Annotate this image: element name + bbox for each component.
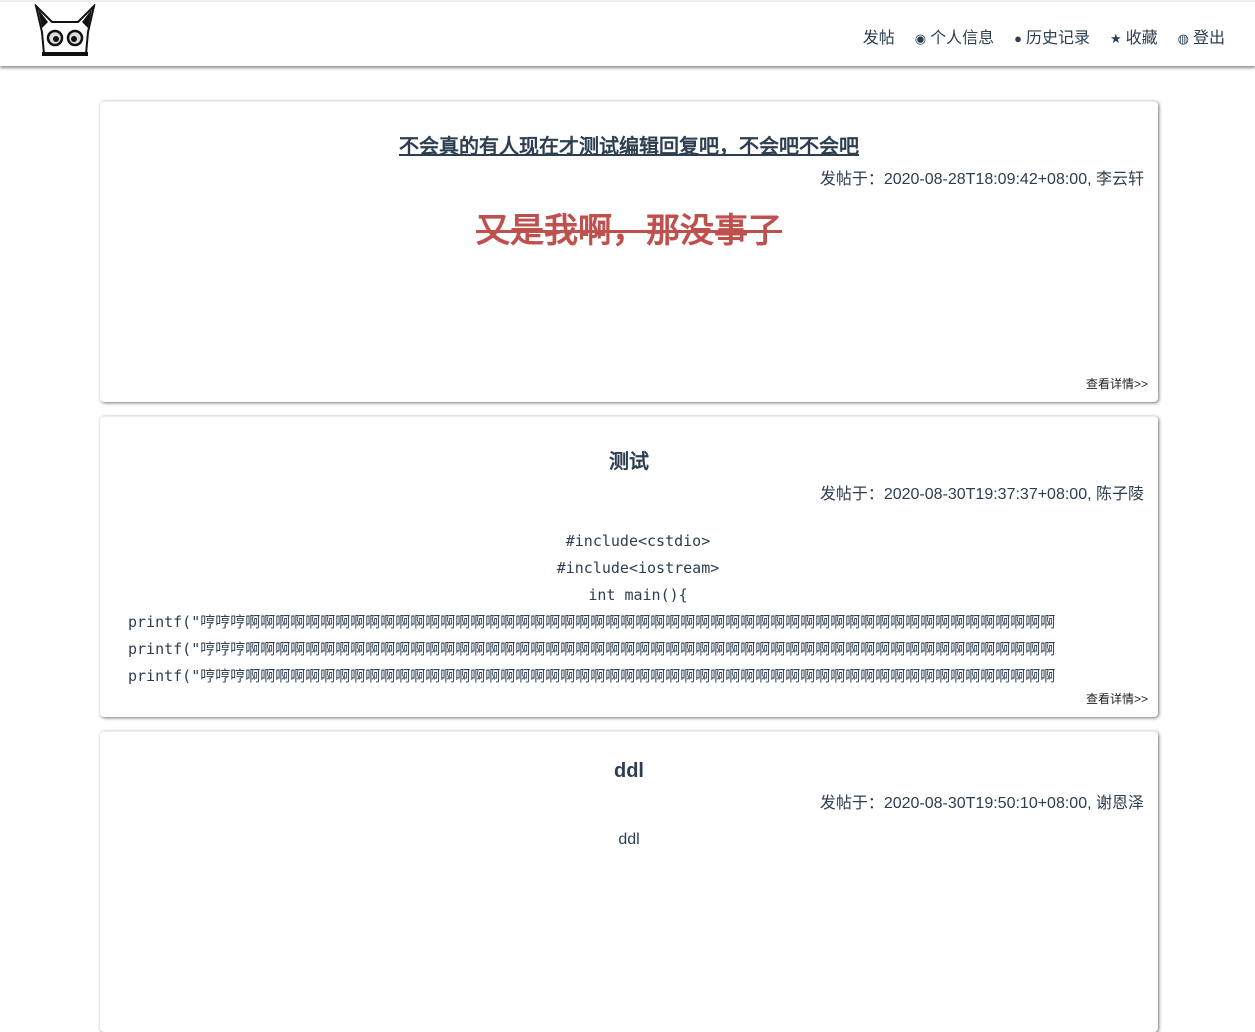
- nav-profile-label: 个人信息: [930, 30, 995, 47]
- nav-post[interactable]: 发帖: [863, 24, 895, 48]
- nav-history-label: 历史记录: [1025, 30, 1090, 47]
- star-icon: ★: [1109, 31, 1122, 46]
- post-code: #include<cstdio> #include<iostream> int …: [128, 528, 1148, 690]
- view-details-link[interactable]: 查看详情>>: [1086, 375, 1148, 392]
- post-body: 又是我啊，那没事了: [476, 212, 782, 250]
- post-meta: 发帖于：2020-08-30T19:50:10+08:00, 谢恩泽: [819, 795, 1144, 812]
- code-line: printf("哼哼哼啊啊啊啊啊啊啊啊啊啊啊啊啊啊啊啊啊啊啊啊啊啊啊啊啊啊啊啊啊…: [128, 667, 1056, 685]
- code-line: #include<cstdio>: [565, 532, 711, 550]
- post-body: ddl: [618, 831, 640, 848]
- logo-icon[interactable]: [32, 4, 98, 62]
- user-outline-icon: ◍: [1177, 31, 1189, 46]
- post-meta: 发帖于：2020-08-30T19:37:37+08:00, 陈子陵: [819, 486, 1144, 503]
- clock-icon: ●: [1014, 31, 1022, 46]
- post-card: 测试 发帖于：2020-08-30T19:37:37+08:00, 陈子陵 #i…: [100, 416, 1158, 717]
- post-title[interactable]: ddl: [100, 760, 1158, 783]
- nav-logout[interactable]: ◍ 登出: [1178, 24, 1225, 48]
- code-line: printf("哼哼哼啊啊啊啊啊啊啊啊啊啊啊啊啊啊啊啊啊啊啊啊啊啊啊啊啊啊啊啊啊…: [128, 613, 1056, 631]
- post-title[interactable]: 测试: [100, 445, 1158, 474]
- post-meta: 发帖于：2020-08-28T18:09:42+08:00, 李云轩: [819, 171, 1144, 188]
- nav-profile[interactable]: ◉ 个人信息: [915, 24, 994, 48]
- nav-history[interactable]: ● 历史记录: [1014, 24, 1090, 48]
- code-line: #include<iostream>: [556, 559, 720, 577]
- post-card: ddl 发帖于：2020-08-30T19:50:10+08:00, 谢恩泽 d…: [100, 731, 1158, 1032]
- code-line: printf("哼哼哼啊啊啊啊啊啊啊啊啊啊啊啊啊啊啊啊啊啊啊啊啊啊啊啊啊啊啊啊啊…: [128, 640, 1056, 658]
- view-details-link[interactable]: 查看详情>>: [1086, 690, 1148, 707]
- post-card: 不会真的有人现在才测试编辑回复吧，不会吧不会吧 发帖于：2020-08-28T1…: [100, 101, 1158, 402]
- nav-favorites[interactable]: ★ 收藏: [1110, 24, 1158, 48]
- code-line: int main(){: [588, 586, 688, 604]
- nav-logout-label: 登出: [1192, 30, 1225, 47]
- nav-favorites-label: 收藏: [1125, 30, 1158, 47]
- post-title[interactable]: 不会真的有人现在才测试编辑回复吧，不会吧不会吧: [100, 130, 1158, 159]
- user-circle-icon: ◉: [914, 31, 927, 46]
- top-navbar: 发帖 ◉ 个人信息 ● 历史记录 ★ 收藏 ◍ 登出: [0, 0, 1255, 66]
